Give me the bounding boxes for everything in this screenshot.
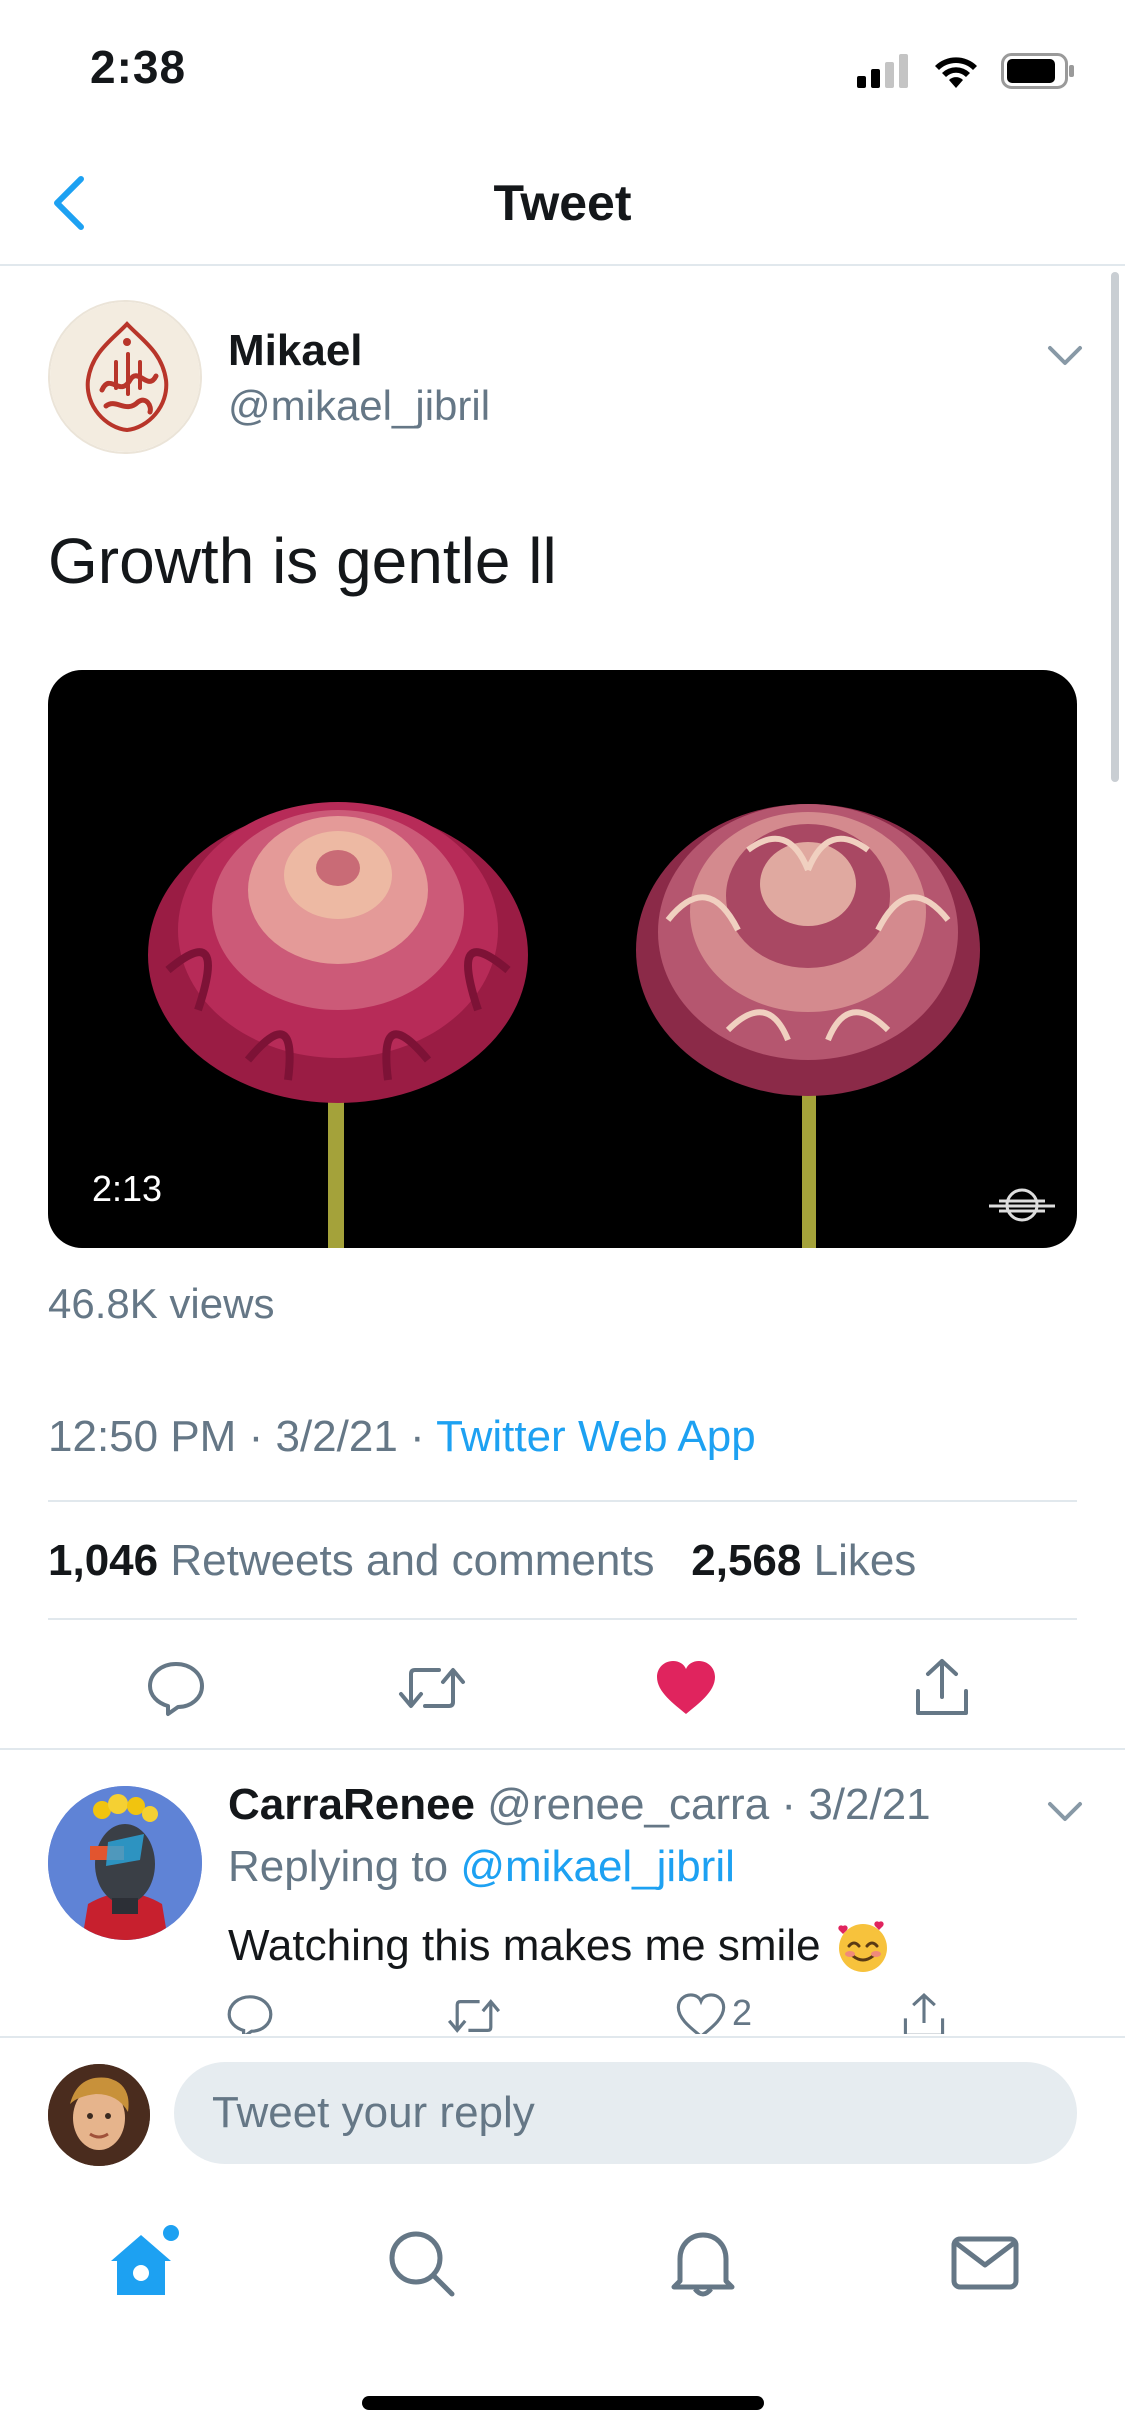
- author-handle[interactable]: @mikael_jibril: [228, 382, 490, 430]
- reply-header: CarraRenee @renee_carra · 3/2/21: [228, 1780, 931, 1830]
- tab-messages[interactable]: [940, 2218, 1030, 2308]
- reply-text-row: Watching this makes me smile: [228, 1918, 891, 1974]
- status-time: 2:38: [90, 41, 187, 93]
- tweet-date: 3/2/21: [275, 1412, 398, 1461]
- likes-stat[interactable]: 2,568 Likes: [691, 1536, 916, 1585]
- reply-icon: [227, 1995, 273, 2034]
- messages-icon: [951, 2236, 1019, 2290]
- reply-retweet-button[interactable]: [446, 1992, 502, 2034]
- tweet-source-link[interactable]: Twitter Web App: [436, 1412, 756, 1461]
- replying-to-mention[interactable]: @mikael_jibril: [460, 1842, 735, 1891]
- reply-button[interactable]: [136, 1648, 216, 1728]
- reply-author-handle[interactable]: @renee_carra: [487, 1780, 769, 1829]
- reply-reply-button[interactable]: [226, 1992, 274, 2034]
- tweet-meta: 12:50 PM · 3/2/21 · Twitter Web App: [48, 1412, 756, 1462]
- home-indicator[interactable]: [362, 2396, 764, 2410]
- tweet-time: 12:50 PM: [48, 1412, 237, 1461]
- chevron-down-icon: [1048, 1802, 1082, 1821]
- retweet-button[interactable]: [392, 1648, 472, 1728]
- replying-to: Replying to @mikael_jibril: [228, 1842, 735, 1892]
- reply-actions: 2: [0, 1990, 1125, 2034]
- reply-input[interactable]: [174, 2062, 1077, 2164]
- status-bar: 2:38: [0, 0, 1125, 140]
- tweet-options-button[interactable]: [1040, 336, 1090, 376]
- reply-icon: [148, 1662, 204, 1716]
- battery-icon: [1001, 53, 1074, 89]
- reply-like-button[interactable]: 2: [676, 1992, 752, 2034]
- retweets-label: Retweets and comments: [170, 1536, 655, 1585]
- retweets-stat[interactable]: 1,046 Retweets and comments: [48, 1536, 655, 1585]
- divider: [48, 1618, 1077, 1620]
- video-duration: 2:13: [92, 1168, 163, 1209]
- reply-date: 3/2/21: [808, 1780, 931, 1829]
- home-icon: [111, 2225, 179, 2295]
- video-thumbnail: [148, 802, 980, 1248]
- meta-separator: ·: [248, 1412, 264, 1461]
- reply-separator: ·: [781, 1780, 797, 1829]
- status-icons: [857, 48, 1075, 94]
- tweet-actions: [0, 1648, 1125, 1728]
- likes-label: Likes: [813, 1536, 917, 1585]
- wifi-icon: [935, 57, 977, 88]
- notifications-icon: [671, 2232, 735, 2297]
- tweet-stats: 1,046 Retweets and comments 2,568 Likes: [48, 1536, 916, 1586]
- tab-bar: [0, 2180, 1125, 2340]
- retweets-count: 1,046: [48, 1536, 159, 1585]
- my-avatar[interactable]: [48, 2064, 150, 2166]
- retweet-icon: [447, 1999, 501, 2033]
- likes-count: 2,568: [691, 1536, 802, 1585]
- page-title: Tweet: [493, 175, 632, 231]
- chevron-down-icon: [1048, 346, 1082, 365]
- reply-options-button[interactable]: [1040, 1792, 1090, 1832]
- share-icon: [916, 1659, 968, 1715]
- like-icon: [676, 1993, 726, 2034]
- scrollbar[interactable]: [1111, 272, 1119, 782]
- reply-composer: [0, 2036, 1125, 2166]
- reply-like-count: 2: [732, 1992, 753, 2033]
- tweet-video[interactable]: 2:13: [48, 670, 1077, 1248]
- retweet-icon: [399, 1668, 465, 1708]
- meta-separator: ·: [410, 1412, 425, 1461]
- reply-author-name[interactable]: CarraRenee: [228, 1780, 475, 1829]
- video-logo-icon: [989, 1188, 1055, 1222]
- like-icon: [657, 1661, 715, 1714]
- reply-author-avatar[interactable]: [48, 1786, 202, 1940]
- like-button[interactable]: [646, 1648, 726, 1728]
- tab-home[interactable]: [96, 2218, 186, 2308]
- share-button[interactable]: [902, 1648, 982, 1728]
- tab-search[interactable]: [376, 2218, 466, 2308]
- reply-text: Watching this makes me smile: [228, 1921, 821, 1970]
- tab-notifications[interactable]: [658, 2218, 748, 2308]
- tweet-text: Growth is gentle ll: [48, 525, 557, 597]
- cellular-signal-icon: [857, 54, 908, 88]
- reply-share-button[interactable]: [900, 1992, 948, 2034]
- search-icon: [389, 2231, 455, 2297]
- divider: [0, 1748, 1125, 1750]
- author-name[interactable]: Mikael: [228, 326, 363, 376]
- smiling-face-with-hearts-emoji: [837, 1921, 887, 1972]
- author-avatar[interactable]: [48, 300, 202, 454]
- nav-header: Tweet: [0, 140, 1125, 266]
- view-count: 46.8K views: [48, 1280, 275, 1327]
- replying-to-prefix: Replying to: [228, 1842, 449, 1891]
- share-icon: [903, 1992, 945, 2034]
- divider: [48, 1500, 1077, 1502]
